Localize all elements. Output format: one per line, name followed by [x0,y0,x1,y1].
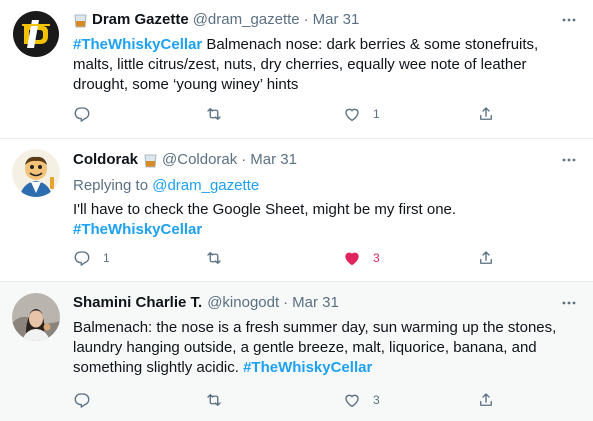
more-icon[interactable] [559,293,579,313]
tweet-date[interactable]: Mar 31 [250,150,297,170]
author-handle[interactable]: @dram_gazette [193,10,300,30]
tweet-actions: 1 [73,104,513,124]
separator-dot: · [303,11,309,28]
heart-icon [345,394,359,408]
share-icon [480,393,492,406]
tweet-text: I'll have to check the Google Sheet, mig… [73,200,579,240]
tweet-card[interactable]: Shamini Charlie T. @kinogodt · Mar 31 Ba… [0,282,593,421]
author-name[interactable]: Dram Gazette [92,10,189,30]
reply-button[interactable]: 1 [73,248,110,268]
avatar[interactable] [12,149,60,197]
heart-icon [345,108,359,122]
tweet-header: Shamini Charlie T. @kinogodt · Mar 31 [73,293,579,313]
replying-prefix: Replying to [73,177,153,194]
share-button[interactable] [477,248,495,268]
share-button[interactable] [477,390,495,410]
author-handle[interactable]: @kinogodt [207,293,279,313]
share-button[interactable] [477,104,495,124]
hashtag-link[interactable]: #TheWhiskyCellar [73,36,202,53]
tweet-text: #TheWhiskyCellar Balmenach nose: dark be… [73,35,579,95]
reply-icon [74,251,90,266]
more-icon[interactable] [559,150,579,170]
like-button[interactable]: 1 [343,104,380,124]
retweet-button[interactable] [205,248,235,268]
author-handle[interactable]: @Coldorak [162,150,237,170]
tweet-date[interactable]: Mar 31 [313,10,360,30]
like-button[interactable]: 3 [343,390,380,410]
replying-to: Replying to @dram_gazette [73,176,579,196]
retweet-icon [207,394,221,406]
heart-icon [345,252,359,266]
retweet-button[interactable] [205,390,235,410]
hashtag-link[interactable]: #TheWhiskyCellar [73,221,202,238]
tweet-card[interactable]: Coldorak @Coldorak · Mar 31 Replying to … [0,139,593,282]
like-button[interactable]: 3 [343,248,380,268]
tweet-date[interactable]: Mar 31 [292,293,339,313]
separator-dot: · [283,294,289,311]
reply-button[interactable] [73,104,103,124]
retweet-icon [207,252,221,264]
share-icon [480,251,492,264]
tweet-text: Balmenach: the nose is a fresh summer da… [73,318,579,378]
author-name[interactable]: Coldorak [73,150,138,170]
reply-icon [74,107,90,122]
more-icon[interactable] [559,10,579,30]
like-count: 3 [373,251,380,265]
share-icon [480,107,492,120]
tweet-header: Dram Gazette @dram_gazette · Mar 31 [73,10,579,30]
retweet-button[interactable] [205,104,235,124]
like-count: 1 [373,107,380,121]
retweet-icon [207,108,221,120]
reply-count: 1 [103,251,110,265]
reply-icon [74,393,90,408]
whisky-glass-emoji [73,13,88,28]
avatar[interactable] [12,293,60,341]
mention-link[interactable]: @dram_gazette [152,177,259,194]
tweet-actions: 1 3 [73,248,513,268]
whisky-glass-emoji [143,153,158,168]
tweet-card[interactable]: Dram Gazette @dram_gazette · Mar 31 #The… [0,0,593,139]
tweet-feed: Dram Gazette @dram_gazette · Mar 31 #The… [0,0,593,421]
tweet-header: Coldorak @Coldorak · Mar 31 [73,150,579,170]
tweet-actions: 3 [73,390,513,410]
author-name[interactable]: Shamini Charlie T. [73,293,202,313]
like-count: 3 [373,393,380,407]
hashtag-link[interactable]: #TheWhiskyCellar [243,359,372,376]
tweet-body: I'll have to check the Google Sheet, mig… [73,201,457,218]
separator-dot: · [241,151,247,168]
avatar[interactable] [12,10,60,58]
reply-button[interactable] [73,390,103,410]
